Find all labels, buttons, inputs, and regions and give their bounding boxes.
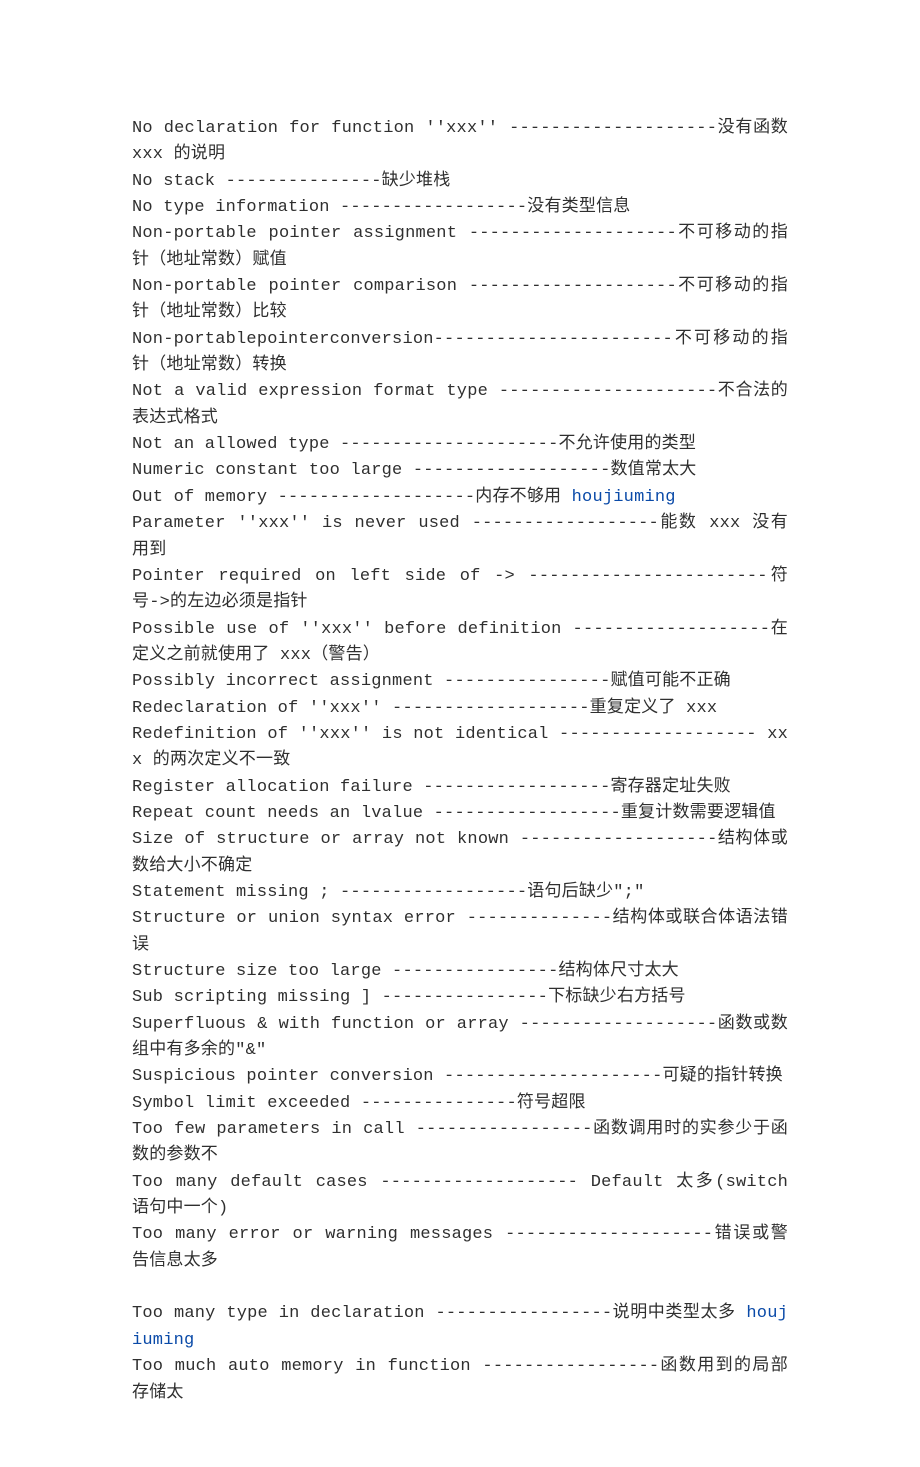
error-entry: Sub scripting missing ] ----------------… [132,985,788,1011]
entry-text: Redeclaration of ''xxx'' ---------------… [132,699,717,718]
error-entry: Structure size too large ---------------… [132,959,788,985]
entry-text: Structure or union syntax error --------… [132,909,788,954]
error-entry: No declaration for function ''xxx'' ----… [132,116,788,169]
entry-text: Redefinition of ''xxx'' is not identical… [132,725,788,770]
entry-text: Register allocation failure ------------… [132,778,731,797]
error-entry: Pointer required on left side of -> ----… [132,564,788,617]
entry-text: Out of memory -------------------内存不够用 [132,488,572,507]
entry-text: Non-portable pointer assignment --------… [132,224,788,269]
error-entry: Register allocation failure ------------… [132,775,788,801]
entry-text: Possible use of ''xxx'' before definitio… [132,620,788,665]
error-entry: Possibly incorrect assignment ----------… [132,669,788,695]
error-entry: Statement missing ; ------------------语句… [132,880,788,906]
entry-text: Numeric constant too large -------------… [132,461,696,480]
error-entry: Suspicious pointer conversion ----------… [132,1064,788,1090]
error-entry: Size of structure or array not known ---… [132,827,788,880]
entry-text: Statement missing ; ------------------语句… [132,883,644,902]
entry-text: No type information ------------------没有… [132,198,630,217]
error-entry: No stack ---------------缺少堆栈 [132,169,788,195]
entry-text: Parameter ''xxx'' is never used --------… [132,514,788,559]
entry-text: Sub scripting missing ] ----------------… [132,988,686,1007]
error-entry: Non-portable pointer comparison --------… [132,274,788,327]
entry-text: Not a valid expression format type -----… [132,382,788,427]
hyperlink[interactable]: houjiuming [572,488,676,507]
entry-text: Not an allowed type --------------------… [132,435,696,454]
entry-text: Suspicious pointer conversion ----------… [132,1067,783,1086]
entry-text: No stack ---------------缺少堆栈 [132,172,450,191]
error-entry: Repeat count needs an lvalue -----------… [132,801,788,827]
error-entry: Too much auto memory in function -------… [132,1354,788,1407]
entry-text: Non-portablepointerconversion-----------… [132,330,788,375]
entry-text: Pointer required on left side of -> ----… [132,567,788,612]
entry-text: Possibly incorrect assignment ----------… [132,672,731,691]
entry-text: Non-portable pointer comparison --------… [132,277,788,322]
blank-line [132,1275,788,1301]
error-entry: Too few parameters in call -------------… [132,1117,788,1170]
error-entry: Parameter ''xxx'' is never used --------… [132,511,788,564]
entry-text: Too few parameters in call -------------… [132,1120,788,1165]
error-entry: Numeric constant too large -------------… [132,458,788,484]
document-page: No declaration for function ''xxx'' ----… [0,0,920,1467]
entry-text: Symbol limit exceeded ---------------符号超… [132,1094,586,1113]
error-entry: Too many default cases -----------------… [132,1170,788,1223]
error-entry: Non-portablepointerconversion-----------… [132,327,788,380]
entry-text: Too many error or warning messages -----… [132,1225,788,1270]
entry-text: Structure size too large ---------------… [132,962,679,981]
entry-text: Size of structure or array not known ---… [132,830,788,875]
error-entry: Not an allowed type --------------------… [132,432,788,458]
error-entry: Out of memory -------------------内存不够用 h… [132,485,788,511]
entry-text: Superfluous & with function or array ---… [132,1015,788,1060]
error-entry: Not a valid expression format type -----… [132,379,788,432]
error-entry: Structure or union syntax error --------… [132,906,788,959]
entry-text: Too many type in declaration -----------… [132,1304,746,1323]
error-entry: Too many type in declaration -----------… [132,1301,788,1354]
error-entry: Symbol limit exceeded ---------------符号超… [132,1091,788,1117]
error-entry: No type information ------------------没有… [132,195,788,221]
error-entry: Too many error or warning messages -----… [132,1222,788,1275]
entry-text: Too many default cases -----------------… [132,1173,788,1218]
error-entry: Redeclaration of ''xxx'' ---------------… [132,696,788,722]
error-entry: Possible use of ''xxx'' before definitio… [132,617,788,670]
entry-text: Repeat count needs an lvalue -----------… [132,804,776,823]
error-entry: Non-portable pointer assignment --------… [132,221,788,274]
error-entry: Redefinition of ''xxx'' is not identical… [132,722,788,775]
error-entry: Superfluous & with function or array ---… [132,1012,788,1065]
entry-text: No declaration for function ''xxx'' ----… [132,119,788,164]
entry-text: Too much auto memory in function -------… [132,1357,788,1402]
